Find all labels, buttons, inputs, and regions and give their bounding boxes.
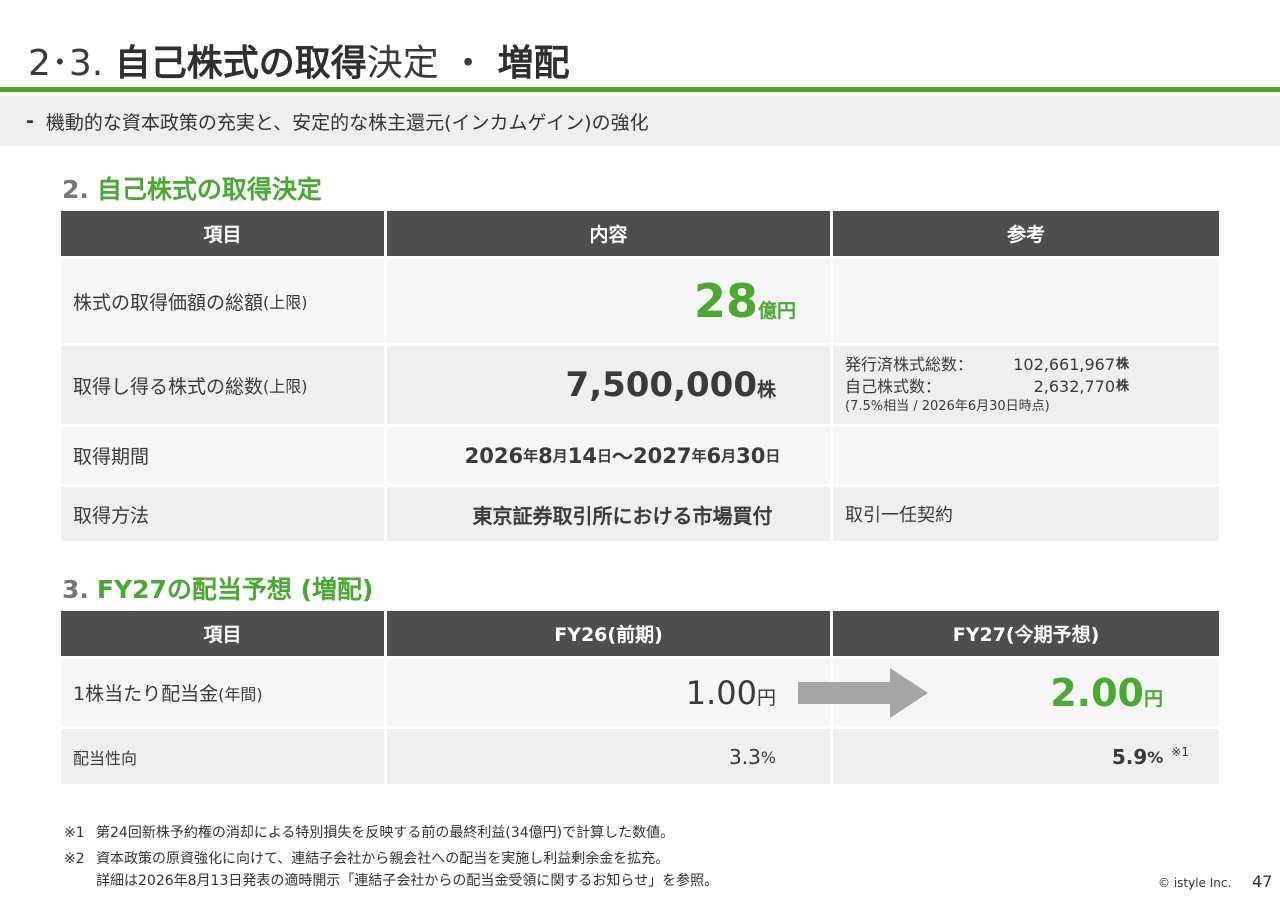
footnote-1: ※1 第24回新株予約権の消却による特別損失を反映する前の最終利益(34億円)で計…	[64, 825, 675, 841]
issued-shares-line: 発行済株式総数： 102,661,967 株	[845, 355, 1130, 374]
row-value: 28 億円	[387, 259, 833, 343]
share-count-value: 7,500,000	[565, 365, 757, 405]
row-label: 取得期間	[61, 427, 387, 484]
page-title: 2･3. 自己株式の取得決定 ・ 増配	[28, 40, 570, 88]
section-title: FY27の配当予想 (増配)	[96, 575, 374, 604]
period-value: 2026 年 8 月 14 日～ 2027 年 6 月 30 日	[387, 427, 833, 484]
share-count-unit: 株	[756, 378, 776, 401]
title-normal: 決定 ・	[366, 43, 498, 84]
section-number: 3.	[62, 575, 89, 604]
row-value: 7,500,000 株	[387, 346, 833, 424]
table-row: 1株当たり配当金 (年間) 1.00 円 2.00 円	[61, 656, 1219, 726]
table-row: 取得し得る株式の総数 (上限) 7,500,000 株 発行済株式総数： 102,6…	[61, 343, 1219, 424]
header-cell-fy26: FY26(前期)	[387, 611, 833, 656]
method-value: 東京証券取引所における市場買付	[387, 487, 833, 541]
title-bold-1: 自己株式の取得	[114, 43, 367, 84]
increase-arrow-icon	[798, 668, 928, 718]
footnotes: ※1 第24回新株予約権の消却による特別損失を反映する前の最終利益(34億円)で計…	[64, 822, 718, 892]
row-label: 取得方法	[61, 487, 387, 541]
row-label: 取得し得る株式の総数 (上限)	[61, 346, 387, 424]
page-number: 47	[1252, 872, 1273, 891]
row-reference: 発行済株式総数： 102,661,967 株 自己株式数： 2,632,770 株 (7…	[833, 346, 1219, 424]
header-cell-item: 項目	[61, 611, 387, 656]
buyback-table: 項目 内容 参考 株式の取得価額の総額 (上限) 28 億円 取得し得る株式の総数…	[61, 211, 1219, 541]
subtitle-band: - 機動的な資本政策の充実と、安定的な株主還元(インカムゲイン)の強化	[0, 96, 1280, 146]
table-header-row: 項目 FY26(前期) FY27(今期予想)	[61, 611, 1219, 656]
table-row: 取得方法 東京証券取引所における市場買付 取引一任契約	[61, 484, 1219, 541]
payout-footnote-mark: ※1	[1171, 745, 1189, 759]
row-label: 配当性向	[61, 729, 387, 784]
row-label: 株式の取得価額の総額 (上限)	[61, 259, 387, 343]
header-cell-reference: 参考	[833, 211, 1219, 256]
section-heading-buyback: 2. 自己株式の取得決定	[62, 174, 322, 206]
title-underline	[0, 87, 1280, 92]
header-cell-fy27: FY27(今期予想)	[833, 611, 1219, 656]
table-row: 取得期間 2026 年 8 月 14 日～ 2027 年 6 月 30 日	[61, 424, 1219, 484]
section-number: 2.	[62, 175, 89, 204]
dividend-table: 項目 FY26(前期) FY27(今期予想) 1株当たり配当金 (年間) 1.0…	[61, 611, 1219, 784]
reference-note: (7.5%相当 / 2026年6月30日時点)	[845, 399, 1050, 414]
fy26-dividend: 1.00 円	[387, 659, 833, 726]
copyright: © istyle Inc.	[1158, 876, 1232, 890]
title-bold-2: 増配	[497, 43, 570, 84]
row-reference: 取引一任契約	[833, 487, 1219, 541]
treasury-shares-line: 自己株式数： 2,632,770 株	[845, 377, 1130, 396]
subtitle-dash: -	[26, 110, 34, 132]
footnote-2: ※2 資本政策の原資強化に向けて、連結子会社から親会社への配当を実施し利益剰余金を…	[64, 851, 670, 867]
row-reference	[833, 259, 1219, 343]
table-row: 配当性向 3.3% 5.9% ※1	[61, 726, 1219, 784]
section-title: 自己株式の取得決定	[96, 175, 322, 204]
footnote-2-continued: 詳細は2026年8月13日発表の適時開示「連結子会社からの配当金受領に関するお知…	[96, 873, 719, 889]
amount-unit: 億円	[757, 299, 796, 322]
table-row: 株式の取得価額の総額 (上限) 28 億円	[61, 256, 1219, 343]
fy26-payout: 3.3%	[387, 729, 833, 784]
section-heading-dividend: 3. FY27の配当予想 (増配)	[62, 574, 373, 606]
title-number: 2･3.	[28, 43, 104, 84]
subtitle-text: 機動的な資本政策の充実と、安定的な株主還元(インカムゲイン)の強化	[45, 111, 649, 134]
row-label: 1株当たり配当金 (年間)	[61, 659, 387, 726]
amount-value: 28	[693, 274, 758, 328]
header-cell-content: 内容	[387, 211, 833, 256]
table-header-row: 項目 内容 参考	[61, 211, 1219, 256]
row-reference	[833, 427, 1219, 484]
fy27-payout: 5.9% ※1	[833, 729, 1219, 784]
header-cell-item: 項目	[61, 211, 387, 256]
